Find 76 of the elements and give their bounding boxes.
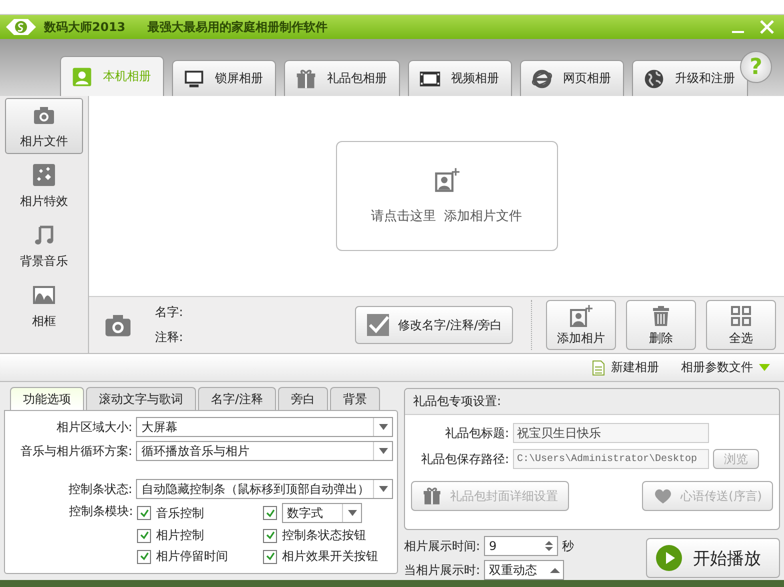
setting-label: 控制条状态: — [67, 480, 132, 498]
minimize-icon — [732, 31, 744, 33]
setting-label: 当相片展示时: — [404, 562, 480, 578]
setting-label: 相片展示时间: — [404, 538, 480, 554]
field-label: 礼品包保存路径: — [420, 450, 509, 468]
checkbox[interactable] — [137, 550, 151, 564]
dropdown-arrow-icon — [378, 424, 388, 430]
photo-action-button[interactable]: 添加相片 — [546, 300, 616, 350]
album-file-menu[interactable]: 相册参数文件 — [675, 359, 776, 376]
app-name: 数码大师2013 — [44, 18, 126, 36]
sidebar-item[interactable]: 相片特效 — [5, 158, 83, 214]
add-photos-area[interactable]: 请点击这里 添加相片文件 — [336, 141, 558, 251]
options-tab[interactable]: 名字/注释 — [198, 387, 276, 410]
dropdown-arrow-icon — [378, 486, 388, 492]
unit-label: 秒 — [562, 538, 574, 554]
person-icon — [71, 66, 93, 88]
input-field[interactable]: C:\Users\Administrator\Desktop — [513, 449, 709, 469]
dropdown[interactable]: 数字式 — [282, 503, 362, 523]
photo-action-button[interactable]: 删除 — [626, 300, 696, 350]
checkbox[interactable] — [263, 528, 277, 542]
setting-label: 音乐与相片循环方案: — [19, 442, 132, 460]
album-tab[interactable]: 礼品包相册 — [284, 60, 400, 96]
dropdown-arrow-icon — [348, 510, 356, 516]
gift-icon — [422, 486, 442, 506]
close-icon — [760, 20, 774, 34]
checkmark-icon — [366, 313, 390, 337]
input-field[interactable]: 祝宝贝生日快乐 — [513, 423, 709, 443]
panel-heading: 礼品包专项设置: — [405, 389, 779, 415]
dropdown[interactable]: 自动隐藏控制条（鼠标移到顶部自动弹出） — [136, 479, 393, 499]
new-album-button[interactable]: 新建相册 — [586, 359, 665, 376]
add-photo-icon — [569, 304, 593, 328]
checkbox[interactable] — [137, 506, 151, 520]
setting-label: 相片区域大小: — [55, 418, 132, 436]
options-tab[interactable]: 背景 — [330, 387, 380, 410]
logo-icon — [6, 18, 36, 36]
dropdown[interactable]: 大屏幕 — [136, 417, 393, 437]
sidebar-item[interactable]: 背景音乐 — [5, 218, 83, 274]
sidebar-item[interactable]: 相片文件 — [5, 98, 83, 154]
edit-caption-button[interactable]: 修改名字/注释/旁白 — [355, 306, 514, 344]
dropdown[interactable]: 循环播放音乐与相片 — [136, 441, 393, 461]
add-photos-text: 请点击这里 添加相片文件 — [370, 208, 522, 225]
gift-icon — [295, 68, 317, 90]
note-label: 注释: — [155, 329, 184, 346]
checkbox[interactable] — [137, 528, 151, 542]
dropdown[interactable]: 双重动态 — [484, 560, 564, 580]
sidebar-item[interactable]: 相框 — [5, 278, 83, 334]
dropdown-arrow-icon — [378, 448, 388, 454]
document-icon — [592, 360, 605, 376]
checkbox-label: 音乐控制 — [156, 504, 204, 522]
checkbox-label: 相片效果开关按钮 — [282, 548, 378, 565]
field-label: 礼品包标题: — [444, 424, 509, 442]
album-tab[interactable]: 网页相册 — [520, 60, 624, 96]
checkbox[interactable] — [263, 506, 277, 520]
name-label: 名字: — [155, 304, 184, 321]
options-tab[interactable]: 滚动文字与歌词 — [86, 387, 196, 410]
checkbox[interactable] — [263, 550, 277, 564]
play-button[interactable]: 开始播放 — [646, 538, 780, 578]
album-tab[interactable]: 视频相册 — [408, 60, 512, 96]
checkbox-label: 相片停留时间 — [156, 548, 228, 565]
options-tab[interactable]: 功能选项 — [10, 387, 84, 410]
dropdown-arrow-icon — [759, 364, 770, 371]
photo-action-button[interactable]: 全选 — [706, 300, 776, 350]
album-tab[interactable]: 锁屏相册 — [172, 60, 276, 96]
browser-icon — [531, 68, 553, 90]
app-slogan: 最强大最易用的家庭相册制作软件 — [147, 18, 328, 36]
globe-icon — [643, 68, 665, 90]
spin-box[interactable]: 9 — [484, 536, 558, 556]
album-tab[interactable]: 升级和注册 — [632, 60, 748, 96]
add-photo-icon — [434, 167, 460, 193]
play-icon — [655, 544, 683, 572]
setting-label: 控制条模块: — [68, 503, 133, 520]
checkbox-label: 控制条状态按钮 — [282, 527, 366, 544]
sparkle-icon — [32, 162, 56, 186]
checkbox-label: 相片控制 — [156, 527, 204, 544]
grid-icon — [729, 304, 753, 328]
options-tab[interactable]: 旁白 — [278, 387, 328, 410]
